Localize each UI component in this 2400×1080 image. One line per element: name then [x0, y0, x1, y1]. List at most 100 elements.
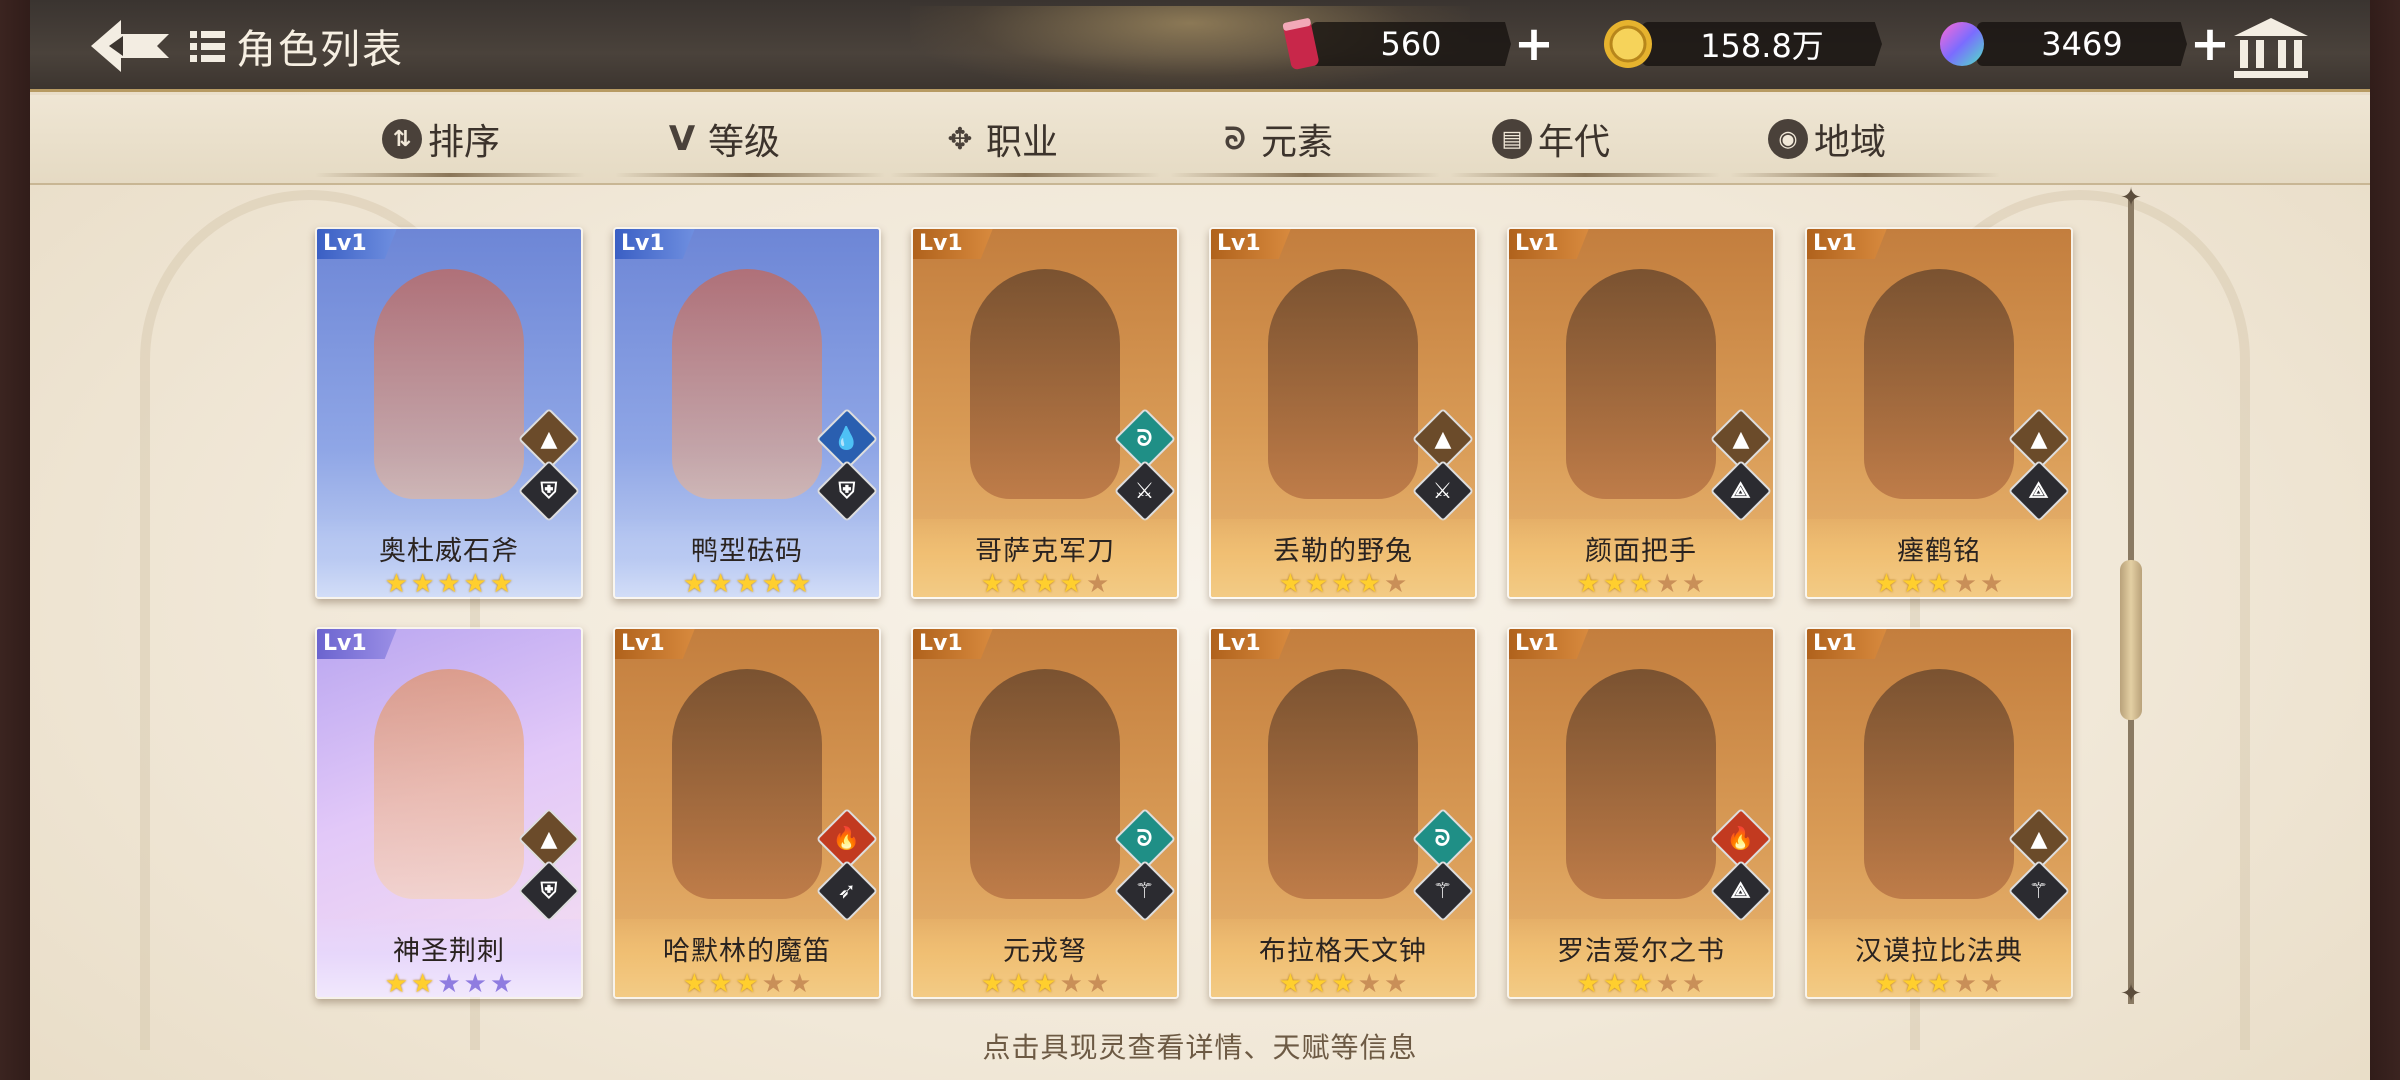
star-rating: ★ ★ ★ ★ ★	[384, 569, 514, 599]
star-empty-icon: ★	[1953, 969, 1977, 999]
star-filled-icon: ★	[1278, 569, 1303, 599]
character-card[interactable]: Lv1 ▲ ⟁ 颜面把手 ★ ★ ★ ★ ★	[1507, 227, 1775, 599]
star-filled-icon: ★	[1603, 969, 1627, 999]
character-card[interactable]: Lv1 ▲ ⚚ 汉谟拉比法典 ★ ★ ★ ★ ★	[1805, 627, 2073, 999]
star-empty-icon: ★	[787, 969, 812, 999]
class-icon: ✥	[947, 121, 973, 157]
star-filled-icon: ★	[384, 569, 409, 599]
star-filled-icon: ★	[1629, 569, 1653, 599]
character-card[interactable]: Lv1 ▲ ⟁ 瘗鹤铭 ★ ★ ★ ★ ★	[1805, 227, 2073, 599]
character-card[interactable]: Lv1 ᘐ ⚔ 哥萨克军刀 ★ ★ ★ ★ ★	[911, 227, 1179, 599]
scrollbar-thumb[interactable]	[2120, 560, 2142, 720]
character-silhouette	[1864, 269, 2014, 499]
star-filled-icon: ★	[1576, 969, 1601, 999]
card-name-bar: 罗洁爱尔之书 ★ ★ ★ ★ ★	[1509, 919, 1773, 997]
star-filled-icon: ★	[1629, 969, 1653, 999]
character-list-screen: 角色列表 560 + 158.8万 3469 + ⇅ 排序 V 等级 ✥ 职业 …	[30, 0, 2370, 1080]
bank-icon	[2234, 18, 2308, 78]
character-card[interactable]: Lv1 ᘐ ⚚ 布拉格天文钟 ★ ★ ★ ★ ★	[1209, 627, 1477, 999]
character-silhouette	[1566, 669, 1716, 899]
level-badge: Lv1	[1807, 629, 1887, 659]
star-filled-icon: ★	[384, 969, 409, 999]
character-name: 鸭型砝码	[691, 536, 803, 567]
star-filled-icon: ★	[1331, 969, 1355, 999]
star-filled-icon: ★	[1305, 569, 1329, 599]
star-filled-icon: ★	[682, 969, 707, 999]
character-silhouette	[970, 269, 1120, 499]
star-filled-icon: ★	[709, 569, 733, 599]
page-title: 角色列表	[190, 18, 404, 74]
character-silhouette	[1864, 669, 2014, 899]
star-empty-icon: ★	[1953, 569, 1977, 599]
level-badge: Lv1	[317, 229, 397, 259]
character-card[interactable]: Lv1 ᘐ ⚚ 元戎弩 ★ ★ ★ ★ ★	[911, 627, 1179, 999]
level-badge: Lv1	[913, 629, 993, 659]
page-title-text: 角色列表	[236, 27, 404, 73]
star-filled-icon: ★	[411, 969, 435, 999]
currency-stamina: 560 +	[1275, 18, 1557, 70]
star-filled-icon: ★	[682, 569, 707, 599]
star-filled-icon: ★	[1901, 969, 1925, 999]
star-filled-icon: ★	[980, 569, 1005, 599]
add-stamina-button[interactable]: +	[1511, 20, 1557, 68]
level-badge: Lv1	[913, 229, 993, 259]
filter-element[interactable]: ᘐ 元素	[1215, 113, 1333, 165]
character-name: 丢勒的野兔	[1273, 536, 1413, 567]
character-name: 颜面把手	[1585, 536, 1697, 567]
star-rating: ★ ★ ★ ★ ★	[980, 569, 1110, 599]
star-filled-icon: ★	[1007, 969, 1031, 999]
level-badge: Lv1	[1807, 229, 1887, 259]
card-name-bar: 元戎弩 ★ ★ ★ ★ ★	[913, 919, 1177, 997]
gem-icon	[1940, 22, 1984, 66]
character-silhouette	[672, 669, 822, 899]
character-card[interactable]: Lv1 ▲ ⛨ 神圣荆刺 ★ ★ ★ ★ ★	[315, 627, 583, 999]
era-icon: ▤	[1492, 119, 1532, 159]
star-rating: ★ ★ ★ ★ ★	[1576, 969, 1706, 999]
character-silhouette	[1268, 269, 1418, 499]
star-empty-icon: ★	[1655, 569, 1679, 599]
bank-button[interactable]	[2230, 16, 2312, 80]
character-silhouette	[1268, 669, 1418, 899]
character-name: 奥杜威石斧	[379, 536, 519, 567]
filter-level-label: 等级	[708, 122, 781, 163]
character-card[interactable]: Lv1 🔥 ➶ 哈默林的魔笛 ★ ★ ★ ★ ★	[613, 627, 881, 999]
character-card-grid: Lv1 ▲ ⛨ 奥杜威石斧 ★ ★ ★ ★ ★ Lv1 💧 ⛨ 鸭型砝码 ★ ★ ★ ★ ★ Lv1 ᘐ ⚔ 哥萨克军刀 ★…	[315, 227, 2115, 1007]
filter-class[interactable]: ✥ 职业	[940, 113, 1058, 165]
filter-level[interactable]: V 等级	[662, 113, 780, 165]
star-empty-icon: ★	[489, 969, 514, 999]
filter-era-label: 年代	[1538, 122, 1611, 163]
character-card[interactable]: Lv1 ▲ ⚔ 丢勒的野兔 ★ ★ ★ ★ ★	[1209, 227, 1477, 599]
star-rating: ★ ★ ★ ★ ★	[682, 569, 812, 599]
add-gem-button[interactable]: +	[2187, 20, 2233, 68]
star-rating: ★ ★ ★ ★ ★	[682, 969, 812, 999]
filter-region[interactable]: ◉ 地域	[1768, 113, 1886, 165]
coin-icon	[1604, 20, 1652, 68]
character-silhouette	[374, 269, 524, 499]
star-filled-icon: ★	[1874, 969, 1899, 999]
star-filled-icon: ★	[735, 969, 759, 999]
character-card[interactable]: Lv1 🔥 ⟁ 罗洁爱尔之书 ★ ★ ★ ★ ★	[1507, 627, 1775, 999]
star-empty-icon: ★	[761, 969, 785, 999]
filter-era[interactable]: ▤ 年代	[1492, 113, 1610, 165]
card-name-bar: 布拉格天文钟 ★ ★ ★ ★ ★	[1211, 919, 1475, 997]
star-rating: ★ ★ ★ ★ ★	[1875, 569, 2004, 599]
filter-sort[interactable]: ⇅ 排序	[382, 113, 500, 165]
star-filled-icon: ★	[1033, 569, 1057, 599]
character-name: 哈默林的魔笛	[663, 936, 831, 967]
character-card[interactable]: Lv1 ▲ ⛨ 奥杜威石斧 ★ ★ ★ ★ ★	[315, 227, 583, 599]
star-rating: ★ ★ ★ ★ ★	[1279, 969, 1408, 999]
star-filled-icon: ★	[411, 569, 435, 599]
level-badge: Lv1	[615, 229, 695, 259]
filter-class-label: 职业	[986, 122, 1059, 163]
character-card[interactable]: Lv1 💧 ⛨ 鸭型砝码 ★ ★ ★ ★ ★	[613, 227, 881, 599]
back-arrow-icon	[91, 20, 169, 72]
back-button[interactable]	[85, 14, 175, 78]
level-badge: Lv1	[317, 629, 397, 659]
star-filled-icon: ★	[1007, 569, 1031, 599]
card-name-bar: 丢勒的野兔 ★ ★ ★ ★ ★	[1211, 519, 1475, 597]
filter-divider	[890, 173, 1160, 177]
card-name-bar: 瘗鹤铭 ★ ★ ★ ★ ★	[1807, 519, 2071, 597]
filter-bar: ⇅ 排序 V 等级 ✥ 职业 ᘐ 元素 ▤ 年代 ◉ 地域	[30, 95, 2370, 185]
card-name-bar: 汉谟拉比法典 ★ ★ ★ ★ ★	[1807, 919, 2071, 997]
level-badge: Lv1	[1509, 229, 1589, 259]
